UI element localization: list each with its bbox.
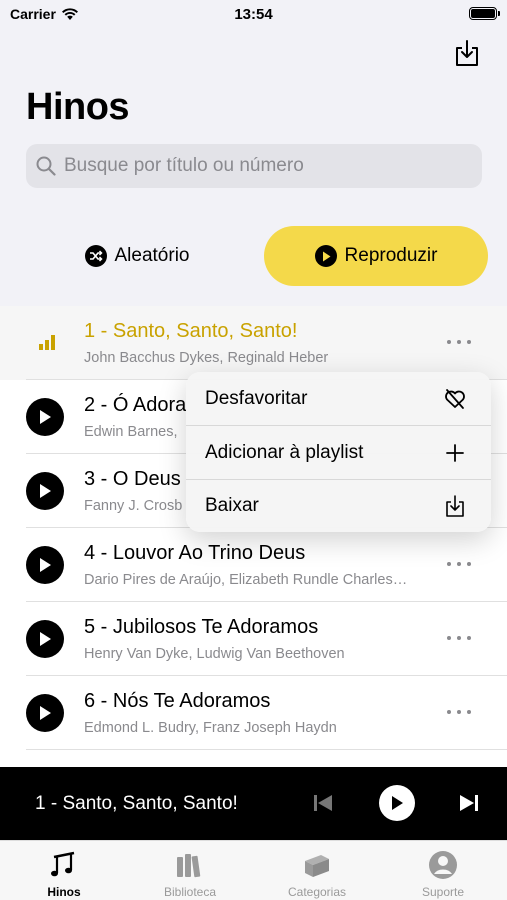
hymn-authors: Edmond L. Budry, Franz Joseph Haydn (84, 720, 337, 736)
mini-play-button[interactable] (379, 785, 415, 821)
status-time: 13:54 (234, 6, 273, 23)
play-icon (40, 410, 51, 424)
heart-slash-icon (445, 389, 465, 409)
hymn-authors: Henry Van Dyke, Ludwig Van Beethoven (84, 646, 345, 662)
hymn-row[interactable]: 1 - Santo, Santo, Santo! John Bacchus Dy… (0, 306, 507, 380)
next-track-button[interactable] (458, 793, 480, 813)
hymn-title: 5 - Jubilosos Te Adoramos (84, 616, 319, 638)
hymn-row[interactable]: 4 - Louvor Ao Trino Deus Dario Pires de … (0, 528, 507, 602)
status-bar: Carrier 13:54 (0, 0, 507, 30)
play-hymn-button[interactable] (26, 546, 64, 584)
hymn-authors: Dario Pires de Araújo, Elizabeth Rundle … (84, 572, 408, 588)
battery-icon (469, 7, 500, 20)
hymn-title: 3 - O Deus (84, 468, 181, 490)
menu-item-label: Baixar (205, 494, 259, 516)
more-options-button[interactable] (447, 332, 471, 352)
hymn-title: 2 - Ó Adora (84, 394, 187, 416)
play-icon (314, 245, 337, 267)
page-title: Hinos (26, 86, 130, 128)
hymn-title: 1 - Santo, Santo, Santo! (84, 320, 298, 342)
person-circle-icon (429, 851, 457, 879)
menu-item-label: Desfavoritar (205, 387, 308, 409)
download-all-button[interactable] (453, 38, 481, 68)
shuffle-icon (84, 245, 107, 267)
now-playing-title: 1 - Santo, Santo, Santo! (35, 793, 238, 814)
context-menu: Desfavoritar Adicionar à playlist Baixar (186, 372, 491, 532)
tab-bar: Hinos Biblioteca Categorias Suporte (0, 840, 507, 900)
download-icon (446, 495, 464, 517)
download-icon (456, 40, 478, 66)
search-input[interactable] (64, 155, 464, 177)
play-hymn-button[interactable] (26, 694, 64, 732)
play-hymn-button[interactable] (26, 472, 64, 510)
hymn-authors: Edwin Barnes, (84, 424, 178, 440)
more-options-button[interactable] (447, 628, 471, 648)
shuffle-label: Aleatório (114, 245, 190, 266)
menu-item-label: Adicionar à playlist (205, 441, 364, 463)
previous-track-button[interactable] (312, 793, 334, 813)
tab-label: Suporte (421, 885, 465, 899)
play-icon (392, 796, 403, 810)
plus-icon (446, 444, 464, 462)
play-all-button[interactable]: Reproduzir (264, 226, 488, 286)
tab-label: Hinos (47, 885, 81, 899)
hymn-authors: John Bacchus Dykes, Reginald Heber (84, 350, 329, 366)
hymn-row[interactable]: 6 - Nós Te Adoramos Edmond L. Budry, Fra… (0, 676, 507, 750)
books-icon (177, 854, 201, 878)
tab-suporte[interactable]: Suporte (393, 841, 493, 900)
music-notes-icon (51, 851, 75, 877)
hymn-row[interactable]: 5 - Jubilosos Te Adoramos Henry Van Dyke… (0, 602, 507, 676)
menu-item-add-to-playlist[interactable]: Adicionar à playlist (186, 426, 491, 479)
play-icon (40, 706, 51, 720)
now-playing-bars-icon (39, 335, 55, 350)
tab-categorias[interactable]: Categorias (267, 841, 367, 900)
play-icon (40, 632, 51, 646)
tab-hinos[interactable]: Hinos (14, 841, 114, 900)
tab-label: Categorias (287, 885, 347, 899)
more-options-button[interactable] (447, 554, 471, 574)
play-hymn-button[interactable] (26, 620, 64, 658)
hymn-title: 6 - Nós Te Adoramos (84, 690, 271, 712)
hymn-title: 4 - Louvor Ao Trino Deus (84, 542, 306, 564)
search-icon (36, 156, 56, 176)
hymn-authors: Fanny J. Crosb (84, 498, 183, 514)
menu-item-download[interactable]: Baixar (186, 479, 491, 532)
tab-biblioteca[interactable]: Biblioteca (140, 841, 240, 900)
play-icon (40, 558, 51, 572)
menu-item-unfavorite[interactable]: Desfavoritar (186, 372, 491, 425)
tab-label: Biblioteca (163, 885, 217, 899)
shuffle-button[interactable]: Aleatório (26, 226, 248, 286)
play-all-label: Reproduzir (344, 245, 438, 266)
search-bar[interactable] (26, 144, 482, 188)
stack-icon (305, 855, 329, 877)
play-hymn-button[interactable] (26, 398, 64, 436)
mini-player[interactable]: 1 - Santo, Santo, Santo! (0, 767, 507, 840)
play-icon (40, 484, 51, 498)
more-options-button[interactable] (447, 702, 471, 722)
